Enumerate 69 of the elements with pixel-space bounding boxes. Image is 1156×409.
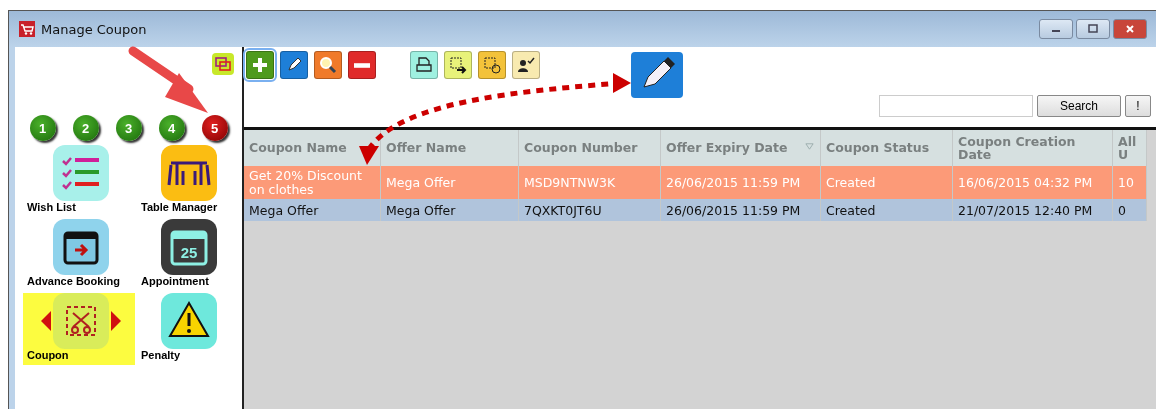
table-cell: 0 [1113, 199, 1147, 221]
maximize-icon [1088, 24, 1098, 34]
column-header[interactable]: All U [1113, 130, 1147, 166]
sidebar-item[interactable]: Coupon [23, 293, 135, 365]
table-cell: 7QXKT0JT6U [519, 199, 661, 221]
edit-button[interactable] [280, 51, 308, 79]
print-button[interactable] [410, 51, 438, 79]
printer-icon [414, 55, 434, 75]
add-button[interactable] [246, 51, 274, 79]
table-cell: 10 [1113, 166, 1147, 199]
table-cell: 26/06/2015 11:59 PM [661, 166, 821, 199]
column-header[interactable]: Coupon Status [821, 130, 953, 166]
calendar-icon: 25 [161, 219, 217, 275]
step-button[interactable]: 2 [72, 115, 99, 141]
table-row[interactable]: Get 20% Discount on clothes Mega Offer MSD9NTNW3K 26/06/2015 11:59 PM Created 16/06/2015 04:32 PM 10 [244, 166, 1156, 199]
pencil-icon [631, 52, 683, 98]
sidebar-item[interactable]: Wish List [23, 145, 135, 217]
export-icon [448, 55, 468, 75]
table-cell: Mega Offer [244, 199, 381, 221]
sidebar-item[interactable]: 25 Appointment [137, 219, 237, 291]
table-cell: Created [821, 199, 953, 221]
windows-icon[interactable] [212, 53, 234, 75]
table-cell: 16/06/2015 04:32 PM [953, 166, 1113, 199]
table-cell: 21/07/2015 12:40 PM [953, 199, 1113, 221]
search-field[interactable] [879, 95, 1033, 117]
column-header[interactable]: Coupon Creation Date [953, 130, 1113, 166]
minus-icon [354, 62, 370, 68]
table-cell: 26/06/2015 11:59 PM [661, 199, 821, 221]
delete-button[interactable] [348, 51, 376, 79]
column-header[interactable]: Offer Name [381, 130, 519, 166]
minimize-button[interactable] [1039, 19, 1073, 39]
window-title: Manage Coupon [41, 21, 147, 37]
table-cell: Mega Offer [381, 166, 519, 199]
search-button[interactable] [314, 51, 342, 79]
right-triangle-icon [111, 311, 121, 331]
scissors-coupon-icon [53, 293, 109, 349]
column-header[interactable]: Coupon Name [244, 130, 381, 166]
info-button[interactable]: ! [1125, 95, 1151, 117]
filter-icon [805, 142, 814, 151]
table-cell: Created [821, 166, 953, 199]
export-button[interactable] [444, 51, 472, 79]
step-button[interactable]: 1 [29, 115, 56, 141]
cart-icon [19, 21, 35, 37]
approve-button[interactable] [512, 51, 540, 79]
sidebar-item[interactable]: Advance Booking [23, 219, 135, 291]
step-button[interactable]: 4 [158, 115, 185, 141]
person-check-icon [516, 55, 536, 75]
step-button[interactable]: 3 [115, 115, 142, 141]
close-button[interactable] [1113, 19, 1147, 39]
sidebar-item[interactable]: Table Manager [137, 145, 237, 217]
search-button[interactable]: Search [1037, 95, 1121, 117]
sidebar-item[interactable]: Penalty [137, 293, 237, 365]
clock-icon [482, 55, 502, 75]
warning-icon [161, 293, 217, 349]
column-header[interactable]: Coupon Number [519, 130, 661, 166]
close-icon [1125, 24, 1135, 34]
schedule-button[interactable] [478, 51, 506, 79]
table-cell: Get 20% Discount on clothes [244, 166, 381, 199]
table-chairs-icon [161, 145, 217, 201]
table-cell: Mega Offer [381, 199, 519, 221]
column-header[interactable]: Offer Expiry Date [661, 130, 821, 166]
checklist-icon [53, 145, 109, 201]
table-cell: MSD9NTNW3K [519, 166, 661, 199]
step-button[interactable]: 5 [201, 115, 228, 141]
plus-icon [250, 55, 270, 75]
magnifier-icon [318, 55, 338, 75]
table-row[interactable]: Mega Offer Mega Offer 7QXKT0JT6U 26/06/2015 11:59 PM Created 21/07/2015 12:40 PM 0 [244, 199, 1156, 221]
maximize-button[interactable] [1076, 19, 1110, 39]
left-triangle-icon [41, 311, 51, 331]
